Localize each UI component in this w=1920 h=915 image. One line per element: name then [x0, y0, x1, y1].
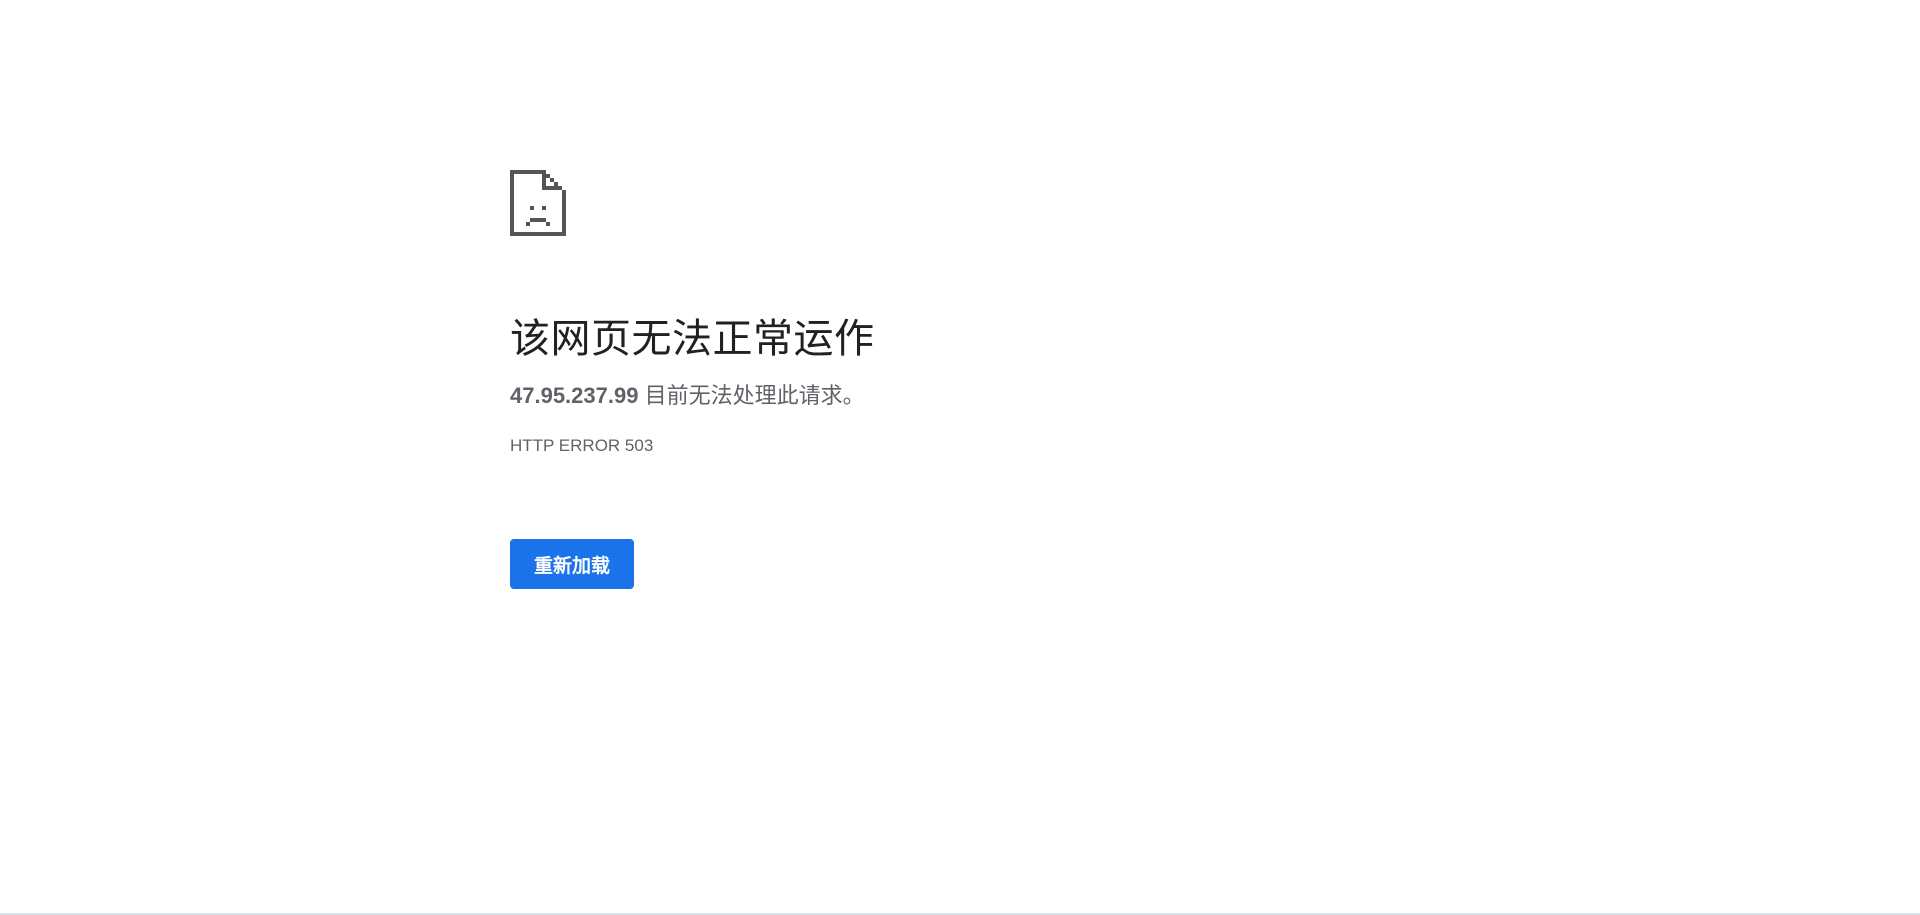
sad-page-icon [510, 170, 566, 236]
host-address: 47.95.237.99 [510, 383, 639, 408]
page-title: 该网页无法正常运作 [510, 317, 875, 361]
reload-button[interactable]: 重新加载 [510, 539, 635, 589]
error-page: 该网页无法正常运作 47.95.237.99 目前无法处理此请求。 HTTP E… [0, 0, 1920, 915]
error-message: 47.95.237.99 目前无法处理此请求。 [510, 378, 865, 410]
error-content: 该网页无法正常运作 47.95.237.99 目前无法处理此请求。 HTTP E… [510, 170, 1410, 589]
error-message-text: 目前无法处理此请求。 [644, 383, 865, 408]
error-code: HTTP ERROR 503 [510, 436, 654, 455]
